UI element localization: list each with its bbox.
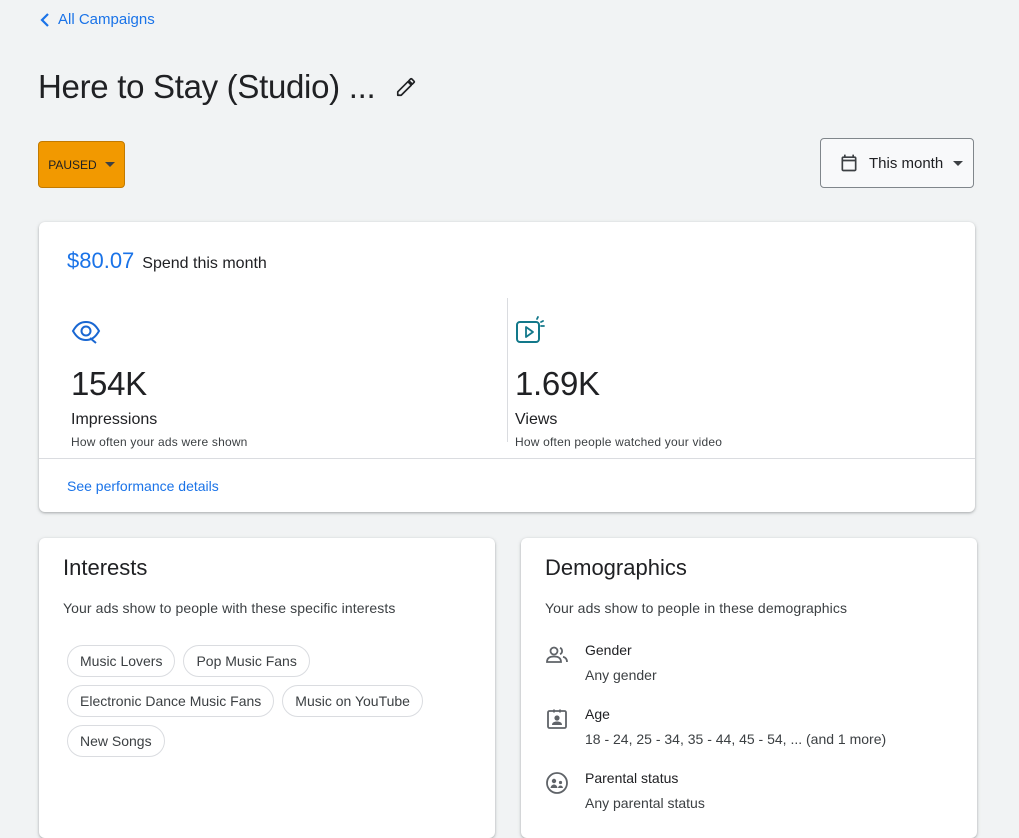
interests-title: Interests: [63, 555, 148, 580]
title-row: Here to Stay (Studio) ...: [38, 68, 417, 106]
interest-chip[interactable]: Electronic Dance Music Fans: [67, 685, 275, 717]
date-range-dropdown[interactable]: This month: [820, 138, 974, 188]
demographic-value: Any gender: [585, 667, 657, 683]
views-value: 1.69K: [515, 365, 600, 402]
status-label: PAUSED: [48, 157, 97, 172]
campaign-status-dropdown[interactable]: PAUSED: [38, 141, 125, 188]
demographic-label: Age: [585, 706, 610, 722]
impressions-metric: 154K Impressions How often your ads were…: [71, 316, 248, 449]
views-label: Views: [515, 411, 558, 428]
views-metric: 1.69K Views How often people watched you…: [515, 316, 722, 449]
family-icon: [546, 772, 568, 794]
demographic-value: 18 - 24, 25 - 34, 35 - 44, 45 - 54, ... …: [585, 731, 887, 747]
interests-card: Interests Your ads show to people with t…: [39, 538, 495, 838]
spend-value: $80.07: [67, 248, 135, 273]
views-description: How often people watched your video: [515, 435, 723, 449]
interest-chip[interactable]: Music on YouTube: [282, 685, 423, 717]
pencil-edit-icon[interactable]: [395, 76, 417, 98]
demographics-subtitle: Your ads show to people in these demogra…: [545, 600, 848, 616]
demographic-label: Parental status: [585, 770, 679, 786]
back-link-label: All Campaigns: [58, 11, 155, 28]
demographic-label: Gender: [585, 642, 632, 658]
demographic-row-parental: Parental status Any parental status: [545, 770, 705, 811]
demographic-row-gender: Gender Any gender: [545, 642, 657, 683]
impressions-label: Impressions: [71, 411, 158, 428]
performance-card: $80.07 Spend this month 154K Impressions…: [39, 222, 975, 512]
card-divider: [39, 458, 975, 459]
demographic-row-age: Age 18 - 24, 25 - 34, 35 - 44, 45 - 54, …: [545, 706, 886, 747]
interest-chips: Music Lovers Pop Music Fans Electronic D…: [67, 645, 467, 757]
interest-chip[interactable]: Pop Music Fans: [183, 645, 310, 677]
video-play-icon: [516, 316, 545, 343]
caret-down-icon: [953, 160, 964, 166]
demographics-card: Demographics Your ads show to people in …: [521, 538, 977, 838]
eye-icon: [71, 320, 101, 344]
caret-down-icon: [104, 162, 115, 167]
impressions-description: How often your ads were shown: [71, 435, 248, 449]
page-title: Here to Stay (Studio) ...: [38, 68, 376, 105]
spend-summary: $80.07 Spend this month: [67, 248, 267, 274]
interests-subtitle: Your ads show to people with these speci…: [63, 600, 396, 616]
impressions-value: 154K: [71, 365, 147, 402]
chevron-left-icon: [40, 12, 49, 27]
see-performance-details-link[interactable]: See performance details: [67, 478, 219, 494]
calendar-icon: [841, 154, 857, 172]
id-badge-icon: [547, 709, 567, 729]
spend-label: Spend this month: [142, 255, 267, 272]
date-range-label: This month: [869, 154, 944, 172]
interest-chip[interactable]: New Songs: [67, 725, 165, 757]
demographics-title: Demographics: [545, 555, 687, 580]
people-icon: [546, 646, 568, 663]
interest-chip[interactable]: Music Lovers: [67, 645, 176, 677]
demographic-value: Any parental status: [585, 795, 705, 811]
metric-divider: [507, 298, 508, 442]
back-to-campaigns-link[interactable]: All Campaigns: [38, 11, 155, 28]
